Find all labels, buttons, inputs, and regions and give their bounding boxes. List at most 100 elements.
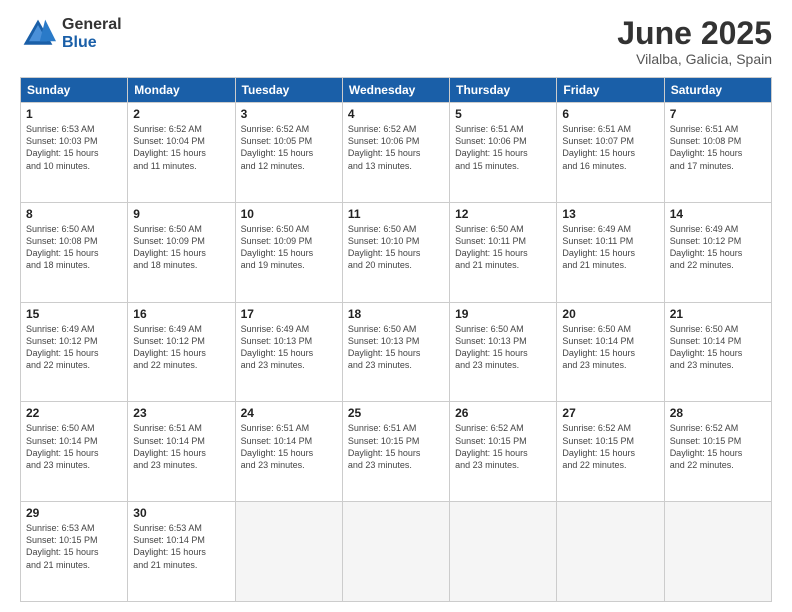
calendar-cell: 12 Sunrise: 6:50 AMSunset: 10:11 PMDayli… [450, 202, 557, 302]
day-number: 9 [133, 207, 229, 221]
logo-text: General Blue [62, 16, 122, 51]
day-number: 16 [133, 307, 229, 321]
day-info: Sunrise: 6:53 AMSunset: 10:03 PMDaylight… [26, 124, 99, 170]
calendar-cell [450, 502, 557, 602]
calendar-cell [235, 502, 342, 602]
day-info: Sunrise: 6:50 AMSunset: 10:14 PMDaylight… [562, 324, 635, 370]
day-number: 21 [670, 307, 766, 321]
calendar-cell: 10 Sunrise: 6:50 AMSunset: 10:09 PMDayli… [235, 202, 342, 302]
day-info: Sunrise: 6:50 AMSunset: 10:11 PMDaylight… [455, 224, 528, 270]
calendar-cell: 19 Sunrise: 6:50 AMSunset: 10:13 PMDayli… [450, 302, 557, 402]
calendar-cell [342, 502, 449, 602]
day-info: Sunrise: 6:50 AMSunset: 10:13 PMDaylight… [348, 324, 421, 370]
day-number: 7 [670, 107, 766, 121]
calendar-cell: 23 Sunrise: 6:51 AMSunset: 10:14 PMDayli… [128, 402, 235, 502]
day-info: Sunrise: 6:50 AMSunset: 10:09 PMDaylight… [133, 224, 206, 270]
title-block: June 2025 Vilalba, Galicia, Spain [617, 16, 772, 67]
day-number: 24 [241, 406, 337, 420]
calendar-header-row: Sunday Monday Tuesday Wednesday Thursday… [21, 78, 772, 103]
col-monday: Monday [128, 78, 235, 103]
day-number: 25 [348, 406, 444, 420]
calendar-cell: 4 Sunrise: 6:52 AMSunset: 10:06 PMDaylig… [342, 103, 449, 203]
col-sunday: Sunday [21, 78, 128, 103]
day-info: Sunrise: 6:49 AMSunset: 10:11 PMDaylight… [562, 224, 635, 270]
day-number: 28 [670, 406, 766, 420]
calendar-cell: 11 Sunrise: 6:50 AMSunset: 10:10 PMDayli… [342, 202, 449, 302]
day-info: Sunrise: 6:53 AMSunset: 10:14 PMDaylight… [133, 523, 206, 569]
subtitle: Vilalba, Galicia, Spain [617, 51, 772, 67]
col-tuesday: Tuesday [235, 78, 342, 103]
calendar-cell: 24 Sunrise: 6:51 AMSunset: 10:14 PMDayli… [235, 402, 342, 502]
day-info: Sunrise: 6:51 AMSunset: 10:07 PMDaylight… [562, 124, 635, 170]
calendar-cell: 21 Sunrise: 6:50 AMSunset: 10:14 PMDayli… [664, 302, 771, 402]
calendar-cell: 27 Sunrise: 6:52 AMSunset: 10:15 PMDayli… [557, 402, 664, 502]
day-number: 29 [26, 506, 122, 520]
day-info: Sunrise: 6:52 AMSunset: 10:15 PMDaylight… [670, 423, 743, 469]
week-row-3: 15 Sunrise: 6:49 AMSunset: 10:12 PMDayli… [21, 302, 772, 402]
day-info: Sunrise: 6:51 AMSunset: 10:14 PMDaylight… [241, 423, 314, 469]
day-info: Sunrise: 6:50 AMSunset: 10:08 PMDaylight… [26, 224, 99, 270]
day-number: 15 [26, 307, 122, 321]
day-number: 5 [455, 107, 551, 121]
day-number: 30 [133, 506, 229, 520]
calendar-cell: 20 Sunrise: 6:50 AMSunset: 10:14 PMDayli… [557, 302, 664, 402]
calendar-cell: 13 Sunrise: 6:49 AMSunset: 10:11 PMDayli… [557, 202, 664, 302]
day-number: 14 [670, 207, 766, 221]
col-saturday: Saturday [664, 78, 771, 103]
day-number: 19 [455, 307, 551, 321]
day-info: Sunrise: 6:51 AMSunset: 10:14 PMDaylight… [133, 423, 206, 469]
day-number: 18 [348, 307, 444, 321]
day-number: 11 [348, 207, 444, 221]
day-info: Sunrise: 6:52 AMSunset: 10:04 PMDaylight… [133, 124, 206, 170]
day-info: Sunrise: 6:49 AMSunset: 10:12 PMDaylight… [26, 324, 99, 370]
day-number: 12 [455, 207, 551, 221]
week-row-4: 22 Sunrise: 6:50 AMSunset: 10:14 PMDayli… [21, 402, 772, 502]
day-info: Sunrise: 6:53 AMSunset: 10:15 PMDaylight… [26, 523, 99, 569]
day-info: Sunrise: 6:52 AMSunset: 10:05 PMDaylight… [241, 124, 314, 170]
calendar-cell: 22 Sunrise: 6:50 AMSunset: 10:14 PMDayli… [21, 402, 128, 502]
day-number: 3 [241, 107, 337, 121]
calendar-cell: 1 Sunrise: 6:53 AMSunset: 10:03 PMDaylig… [21, 103, 128, 203]
logo: General Blue [20, 16, 122, 52]
calendar-cell: 5 Sunrise: 6:51 AMSunset: 10:06 PMDaylig… [450, 103, 557, 203]
calendar-cell: 8 Sunrise: 6:50 AMSunset: 10:08 PMDaylig… [21, 202, 128, 302]
week-row-5: 29 Sunrise: 6:53 AMSunset: 10:15 PMDayli… [21, 502, 772, 602]
calendar-cell: 29 Sunrise: 6:53 AMSunset: 10:15 PMDayli… [21, 502, 128, 602]
day-info: Sunrise: 6:50 AMSunset: 10:14 PMDaylight… [26, 423, 99, 469]
day-info: Sunrise: 6:50 AMSunset: 10:13 PMDaylight… [455, 324, 528, 370]
day-number: 1 [26, 107, 122, 121]
day-info: Sunrise: 6:52 AMSunset: 10:15 PMDaylight… [455, 423, 528, 469]
col-friday: Friday [557, 78, 664, 103]
day-info: Sunrise: 6:51 AMSunset: 10:08 PMDaylight… [670, 124, 743, 170]
day-number: 6 [562, 107, 658, 121]
col-thursday: Thursday [450, 78, 557, 103]
calendar-cell [557, 502, 664, 602]
logo-blue: Blue [62, 34, 122, 52]
day-number: 22 [26, 406, 122, 420]
day-number: 10 [241, 207, 337, 221]
calendar-cell [664, 502, 771, 602]
week-row-2: 8 Sunrise: 6:50 AMSunset: 10:08 PMDaylig… [21, 202, 772, 302]
day-info: Sunrise: 6:50 AMSunset: 10:10 PMDaylight… [348, 224, 421, 270]
day-info: Sunrise: 6:49 AMSunset: 10:12 PMDaylight… [670, 224, 743, 270]
logo-icon [20, 16, 56, 52]
day-info: Sunrise: 6:51 AMSunset: 10:15 PMDaylight… [348, 423, 421, 469]
header: General Blue June 2025 Vilalba, Galicia,… [20, 16, 772, 67]
calendar-table: Sunday Monday Tuesday Wednesday Thursday… [20, 77, 772, 602]
calendar-cell: 30 Sunrise: 6:53 AMSunset: 10:14 PMDayli… [128, 502, 235, 602]
day-info: Sunrise: 6:49 AMSunset: 10:13 PMDaylight… [241, 324, 314, 370]
day-info: Sunrise: 6:51 AMSunset: 10:06 PMDaylight… [455, 124, 528, 170]
calendar-cell: 18 Sunrise: 6:50 AMSunset: 10:13 PMDayli… [342, 302, 449, 402]
calendar-cell: 9 Sunrise: 6:50 AMSunset: 10:09 PMDaylig… [128, 202, 235, 302]
day-number: 2 [133, 107, 229, 121]
calendar-cell: 15 Sunrise: 6:49 AMSunset: 10:12 PMDayli… [21, 302, 128, 402]
day-info: Sunrise: 6:50 AMSunset: 10:09 PMDaylight… [241, 224, 314, 270]
calendar-cell: 3 Sunrise: 6:52 AMSunset: 10:05 PMDaylig… [235, 103, 342, 203]
calendar-cell: 2 Sunrise: 6:52 AMSunset: 10:04 PMDaylig… [128, 103, 235, 203]
week-row-1: 1 Sunrise: 6:53 AMSunset: 10:03 PMDaylig… [21, 103, 772, 203]
day-info: Sunrise: 6:52 AMSunset: 10:15 PMDaylight… [562, 423, 635, 469]
day-number: 17 [241, 307, 337, 321]
logo-general: General [62, 16, 122, 34]
day-number: 13 [562, 207, 658, 221]
day-number: 27 [562, 406, 658, 420]
